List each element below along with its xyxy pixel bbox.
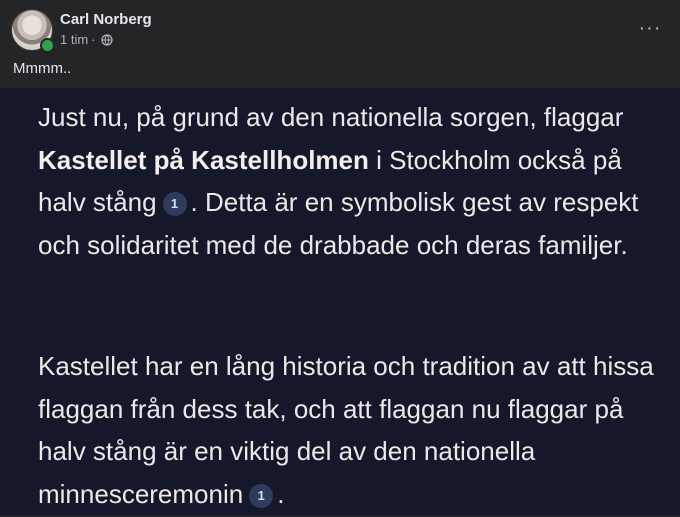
paragraph-1-text-a: Just nu, på grund av den nationella sorg…: [38, 102, 624, 132]
meta-separator: ·: [91, 32, 96, 47]
post-time[interactable]: 1 tim: [60, 32, 88, 47]
paragraph-2-text-b: .: [277, 478, 285, 509]
globe-icon[interactable]: [100, 33, 113, 46]
citation-badge: 1: [249, 483, 274, 508]
online-status-dot: [40, 38, 55, 53]
paragraph-1-bold-place: Kastellet på Kastellholmen: [38, 144, 369, 175]
author-name[interactable]: Carl Norberg: [60, 11, 152, 28]
citation-badge: 1: [162, 192, 187, 217]
more-options-button[interactable]: ···: [636, 14, 664, 42]
post-meta: 1 tim ·: [60, 32, 113, 47]
avatar[interactable]: [11, 9, 55, 53]
paragraph-2-text-a: Kastellet har en lång historia och tradi…: [38, 351, 654, 509]
post-header: Carl Norberg 1 tim · ··· Mmmm..: [0, 0, 680, 88]
post-text: Mmmm..: [13, 60, 72, 77]
image-paragraph-2: Kastellet har en lång historia och tradi…: [38, 345, 658, 515]
image-paragraph-1: Just nu, på grund av den nationella sorg…: [38, 96, 658, 266]
